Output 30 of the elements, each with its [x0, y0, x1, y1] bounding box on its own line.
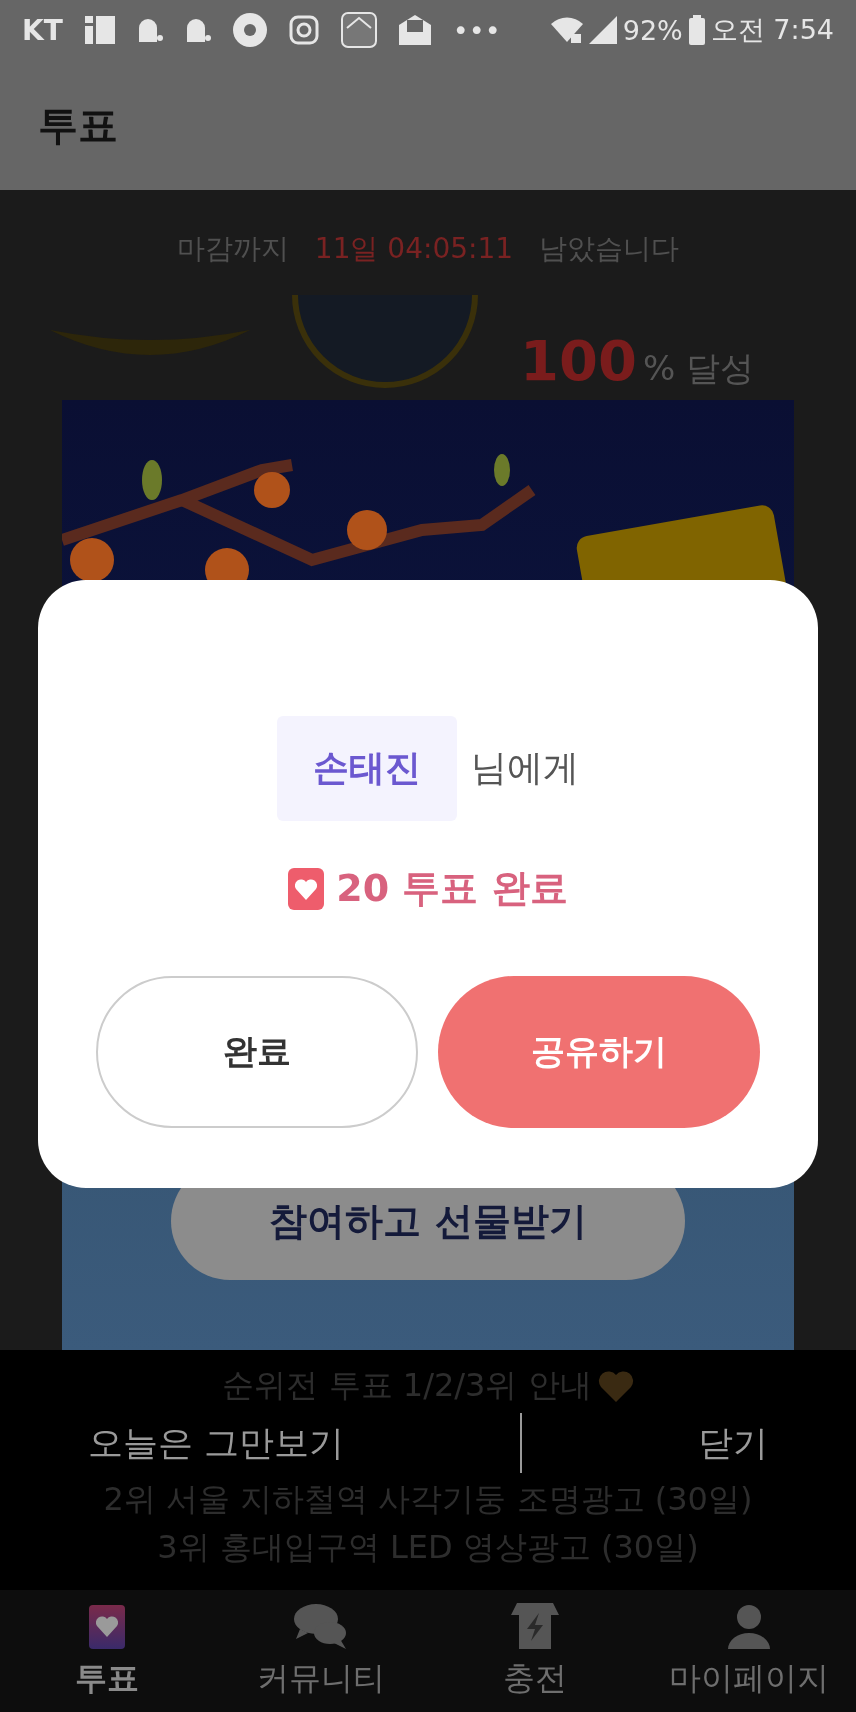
nav-tab[interactable]: 투표 [0, 1590, 214, 1712]
carrier-label: KT [22, 13, 63, 47]
heart-card-icon [288, 867, 325, 910]
battery-percent: 92% [622, 14, 683, 46]
vote-complete-message: 20 투표 완료 [336, 865, 568, 912]
ghost-icon [136, 18, 163, 42]
achievement-label: % 달성 [642, 346, 755, 390]
more-notifications-label: ••• [452, 14, 501, 46]
dismiss-today-link[interactable]: 오늘은 그만보기 [87, 1419, 345, 1467]
nav-tab[interactable]: 마이페이지 [642, 1590, 856, 1712]
share-button[interactable]: 공유하기 [438, 976, 760, 1128]
heart-icon [597, 1370, 634, 1402]
achievement-percent: 100 [520, 327, 637, 393]
done-button[interactable]: 완료 [96, 976, 418, 1128]
recipient-suffix: 님에게 [471, 746, 579, 790]
battery-icon [688, 15, 705, 45]
countdown-timer: 11일 04:05:11 [314, 231, 514, 267]
disc-icon [232, 13, 267, 47]
recipient-name: 손태진 [277, 716, 457, 821]
nav-tab[interactable]: 충전 [428, 1590, 642, 1712]
mail-icon [398, 15, 431, 45]
signal-icon [588, 16, 617, 44]
wifi-icon [550, 16, 583, 44]
ghost-icon [184, 18, 211, 42]
camera-icon [288, 15, 319, 45]
grid-icon [84, 16, 115, 44]
nav-tab[interactable]: 커뮤니티 [214, 1590, 428, 1712]
close-link[interactable]: 닫기 [698, 1419, 768, 1467]
page-title: 투표 [38, 100, 118, 150]
clock-time: 오전 7:54 [710, 13, 834, 47]
